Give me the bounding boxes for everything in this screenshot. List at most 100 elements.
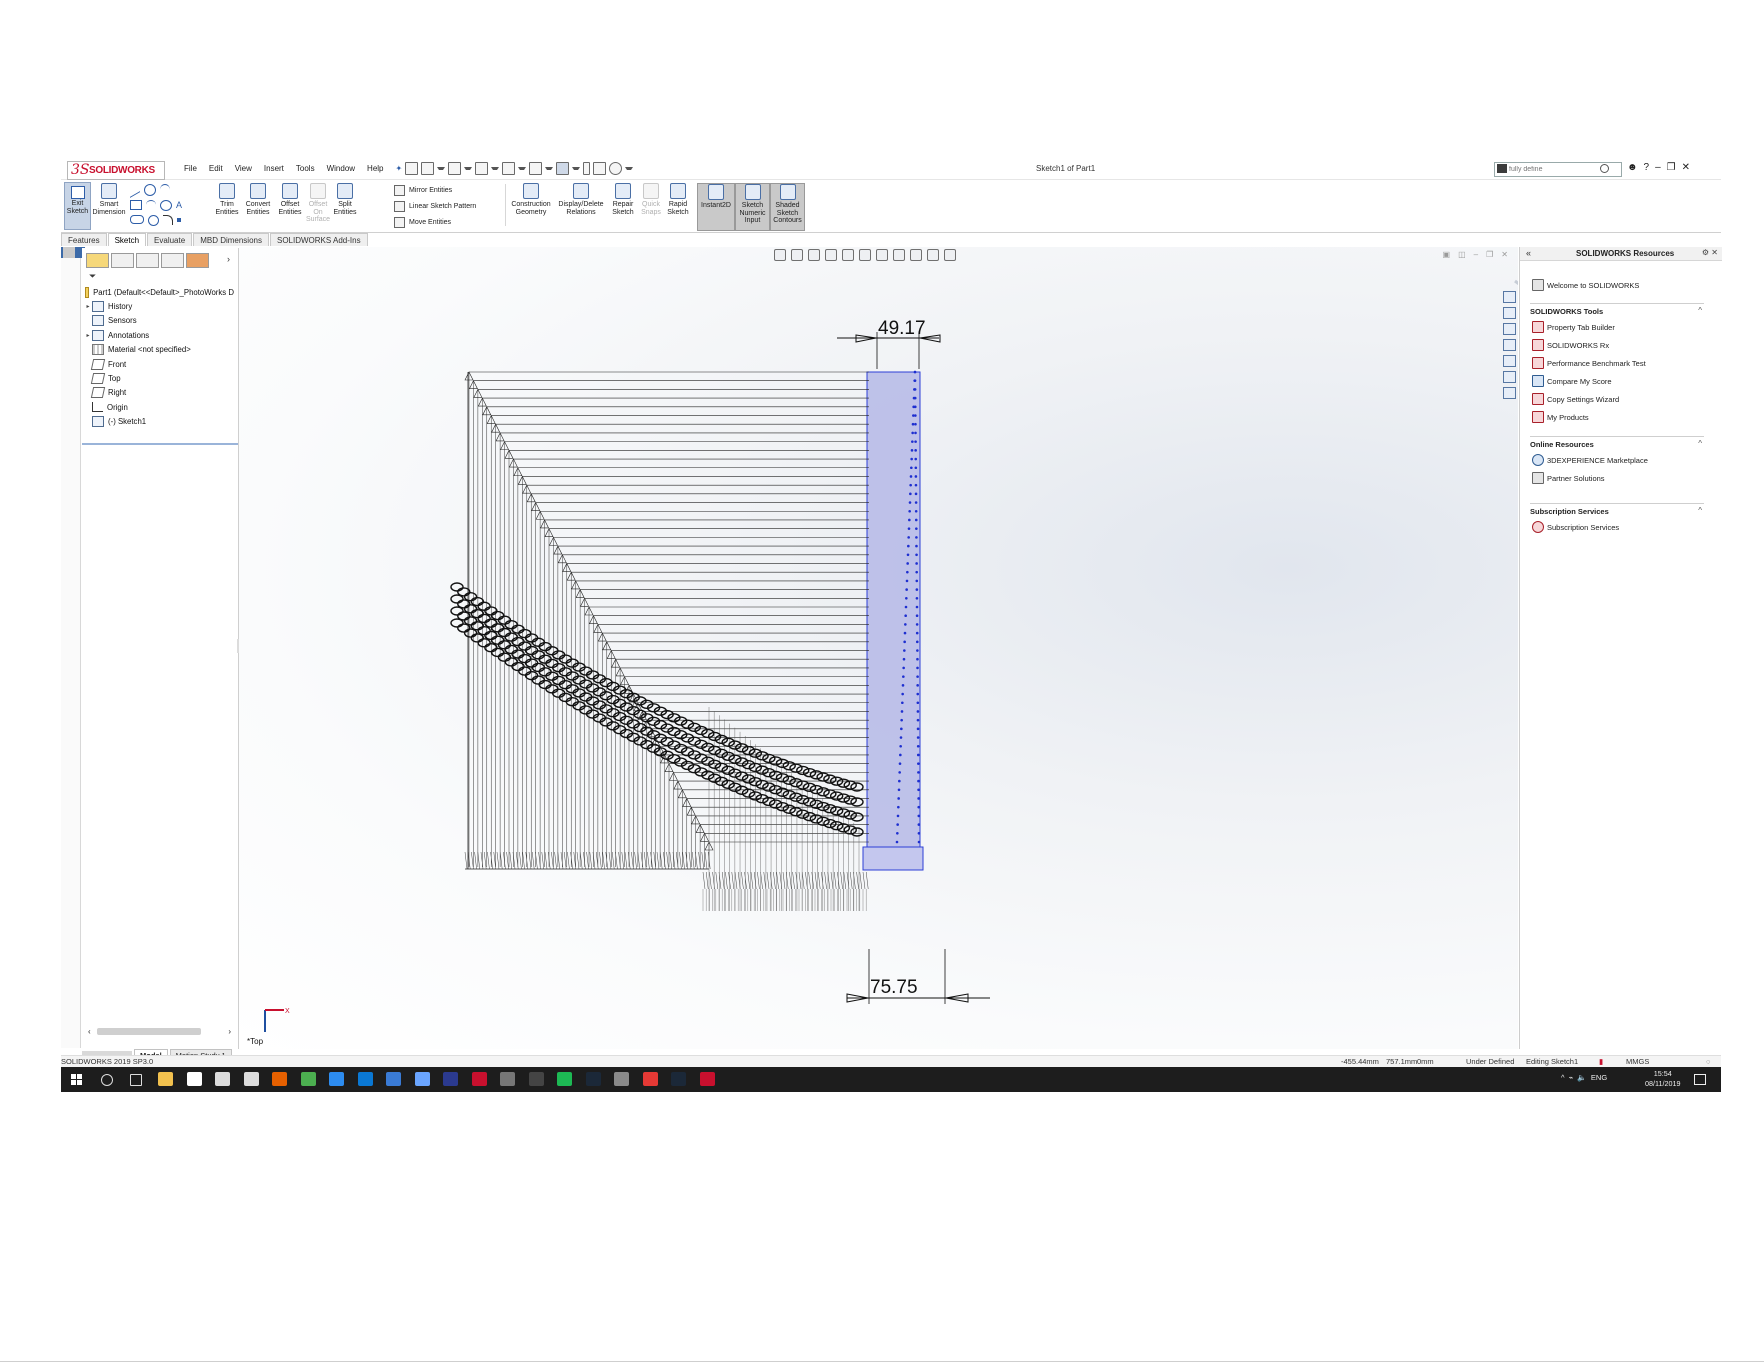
sketch-point[interactable] bbox=[917, 797, 920, 800]
menu-window[interactable]: Window bbox=[321, 164, 361, 173]
sketch-point[interactable] bbox=[915, 605, 919, 609]
configuration-manager-tab-icon[interactable] bbox=[136, 253, 159, 268]
sketch-numeric-input-button[interactable]: Sketch Numeric Input bbox=[735, 183, 770, 231]
rebuild-icon[interactable]: ▮ bbox=[1599, 1057, 1603, 1066]
circle-marker[interactable] bbox=[755, 779, 769, 790]
sketch-point[interactable] bbox=[905, 596, 908, 600]
dimxpert-tab-icon[interactable] bbox=[161, 253, 184, 268]
sketch-point[interactable] bbox=[900, 718, 903, 722]
tool-link[interactable]: Performance Benchmark Test bbox=[1532, 357, 1646, 369]
circle-marker[interactable] bbox=[843, 795, 857, 805]
search-box[interactable] bbox=[1494, 162, 1622, 177]
circle-marker[interactable] bbox=[782, 761, 796, 771]
rapid-sketch-button[interactable]: Rapid Sketch bbox=[665, 183, 691, 216]
sketch-point[interactable] bbox=[903, 649, 906, 652]
sketch-point[interactable] bbox=[916, 736, 920, 739]
hatch-line[interactable] bbox=[753, 871, 757, 890]
graphics-area[interactable]: ▣ ◫ – ❐ ✕ 49.17 75.75 X *Top bbox=[239, 247, 1518, 1049]
horizontal-scrollbar[interactable]: ‹ › bbox=[88, 1027, 231, 1036]
chrome-icon[interactable] bbox=[300, 1072, 316, 1086]
file-properties-icon[interactable] bbox=[593, 162, 606, 175]
rollback-bar[interactable] bbox=[82, 443, 238, 445]
sketch-point[interactable] bbox=[916, 727, 920, 731]
sketch-point[interactable] bbox=[916, 675, 919, 678]
circle-marker[interactable] bbox=[450, 582, 464, 592]
volume-icon[interactable]: 🔈 bbox=[1577, 1073, 1586, 1082]
hatch-line[interactable] bbox=[589, 851, 593, 870]
traffic-light-icon[interactable] bbox=[583, 162, 590, 175]
sketch-point[interactable] bbox=[907, 527, 911, 530]
circle-marker[interactable] bbox=[816, 772, 830, 782]
sketch-point[interactable] bbox=[915, 579, 919, 583]
sketch-point[interactable] bbox=[906, 562, 909, 565]
chevron-down-icon[interactable] bbox=[625, 167, 633, 170]
circle-icon[interactable] bbox=[144, 184, 156, 196]
hatch-line[interactable] bbox=[541, 851, 545, 870]
hatch-line[interactable] bbox=[773, 871, 776, 890]
quick-snaps-button[interactable]: Quick Snaps bbox=[639, 183, 663, 216]
scroll-left-icon[interactable]: ‹ bbox=[88, 1027, 91, 1036]
sketch-point[interactable] bbox=[909, 492, 912, 496]
hatch-line[interactable] bbox=[506, 851, 509, 870]
sketch-point[interactable] bbox=[916, 649, 919, 652]
hatch-line[interactable] bbox=[766, 871, 770, 890]
search-icon[interactable] bbox=[1600, 164, 1609, 173]
circle-marker[interactable] bbox=[843, 780, 857, 790]
solidworks-logo[interactable]: 3S SOLIDWORKS bbox=[67, 161, 165, 180]
circle-marker[interactable] bbox=[796, 780, 810, 790]
hatch-line[interactable] bbox=[702, 871, 706, 890]
sketch-point[interactable] bbox=[908, 501, 912, 504]
language-indicator[interactable]: ENG bbox=[1591, 1073, 1607, 1082]
sketch-point[interactable] bbox=[901, 692, 904, 696]
circle-marker[interactable] bbox=[531, 675, 546, 685]
selected-region[interactable] bbox=[866, 371, 921, 871]
hatch-line[interactable] bbox=[856, 871, 859, 890]
sketch-point[interactable] bbox=[914, 466, 918, 470]
circle-marker[interactable] bbox=[802, 767, 817, 778]
circle-marker[interactable] bbox=[823, 774, 837, 784]
tree-node-material[interactable]: Material <not specified> bbox=[84, 343, 234, 357]
hatch-line[interactable] bbox=[757, 871, 760, 890]
smart-dimension-button[interactable]: Smart Dimension bbox=[92, 183, 126, 216]
hatch-line[interactable] bbox=[509, 851, 513, 870]
hatch-line[interactable] bbox=[721, 871, 725, 890]
chevron-down-icon[interactable] bbox=[518, 167, 526, 170]
tool-link[interactable]: Copy Settings Wizard bbox=[1532, 393, 1619, 405]
circle-marker[interactable] bbox=[768, 799, 783, 809]
hatch-line[interactable] bbox=[814, 871, 818, 890]
circle-marker[interactable] bbox=[850, 797, 864, 807]
sketch-point[interactable] bbox=[914, 414, 917, 417]
options-gear-icon[interactable] bbox=[609, 162, 622, 175]
sketch-point[interactable] bbox=[917, 788, 920, 792]
circle-marker[interactable] bbox=[843, 810, 857, 820]
hatch-line[interactable] bbox=[741, 871, 744, 890]
sketch-point[interactable] bbox=[896, 823, 899, 826]
hatch-line[interactable] bbox=[563, 851, 567, 870]
hatch-line[interactable] bbox=[865, 871, 869, 890]
hatch-line[interactable] bbox=[624, 851, 628, 870]
circle-marker[interactable] bbox=[518, 641, 532, 651]
sketch-point[interactable] bbox=[902, 675, 905, 678]
repair-sketch-button[interactable]: Repair Sketch bbox=[609, 183, 637, 216]
circle-marker[interactable] bbox=[504, 657, 518, 667]
sketch-point[interactable] bbox=[915, 640, 919, 644]
hatch-line[interactable] bbox=[704, 851, 708, 870]
sketch-point[interactable] bbox=[901, 701, 904, 705]
sketch-point[interactable] bbox=[897, 797, 900, 800]
spline-icon[interactable] bbox=[160, 184, 170, 195]
sketch-point[interactable] bbox=[914, 431, 917, 435]
user-icon[interactable]: ☻ bbox=[1627, 162, 1638, 173]
circle-marker[interactable] bbox=[829, 791, 844, 801]
tool-link[interactable]: Property Tab Builder bbox=[1532, 321, 1615, 333]
split-entities-button[interactable]: Split Entities bbox=[332, 183, 358, 216]
circle-marker[interactable] bbox=[748, 776, 763, 787]
menu-insert[interactable]: Insert bbox=[258, 164, 290, 173]
menu-help[interactable]: Help bbox=[361, 164, 389, 173]
hatch-line[interactable] bbox=[647, 851, 650, 870]
sketch-point[interactable] bbox=[898, 779, 901, 783]
app-blue-icon[interactable] bbox=[329, 1072, 344, 1086]
circle-marker[interactable] bbox=[504, 632, 518, 642]
sketch-point[interactable] bbox=[917, 823, 921, 826]
scroll-right-icon[interactable]: › bbox=[228, 1027, 231, 1036]
circle-marker[interactable] bbox=[816, 787, 830, 797]
